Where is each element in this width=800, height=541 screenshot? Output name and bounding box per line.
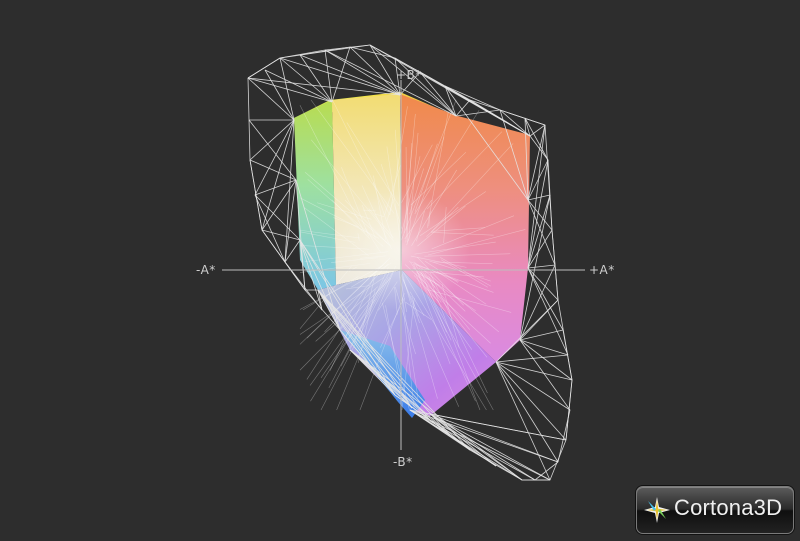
- wireframe-edge: [249, 159, 297, 181]
- wireframe-edge: [527, 159, 549, 201]
- wireframe-edge: [455, 99, 471, 117]
- wireframe-edge: [254, 194, 286, 263]
- cortona-star-icon: [644, 497, 670, 523]
- axis-label-plus-b: +B*: [396, 68, 422, 82]
- wireframe-edge: [527, 264, 556, 269]
- wireframe-edge: [409, 409, 559, 463]
- wireframe-edge: [429, 413, 523, 481]
- wireframe-edge: [529, 135, 549, 161]
- wireframe-edge: [324, 44, 371, 51]
- wireframe-edge: [519, 339, 571, 411]
- wireframe-edge: [279, 57, 295, 121]
- wireframe-edge: [519, 339, 569, 356]
- wireframe-edge: [534, 461, 559, 481]
- wireframe-edge: [349, 46, 401, 96]
- wireframe-edge: [527, 194, 551, 269]
- brand-label: Cortona3D: [674, 495, 783, 520]
- wireframe-edge: [409, 409, 536, 481]
- axis-label-minus-b: -B*: [393, 455, 413, 469]
- wireframe-edge: [429, 413, 497, 467]
- wireframe-edge: [299, 54, 401, 96]
- axis-label-minus-a: -A*: [196, 263, 216, 277]
- wireframe-edge: [527, 194, 551, 201]
- wireframe-edge: [261, 119, 295, 231]
- wireframe-edge: [261, 179, 297, 231]
- wireframe-edge: [249, 119, 295, 161]
- wireframe-edge: [254, 119, 295, 196]
- axis-label-plus-a: +A*: [589, 263, 615, 277]
- cortona3d-brand-button[interactable]: Cortona3D: [636, 486, 794, 534]
- wireframe-edge: [565, 379, 573, 441]
- wireframe-edge: [264, 69, 295, 121]
- wireframe-edge: [495, 361, 559, 463]
- wireframe-edge: [557, 409, 571, 463]
- wireframe-edge: [324, 49, 333, 103]
- wireframe-edge: [284, 119, 295, 263]
- wireframe-edge: [495, 354, 569, 363]
- 3d-viewport[interactable]: -A* +A* -B* +B* Cortona3D: [0, 0, 800, 541]
- wireframe-edge: [449, 434, 497, 467]
- wireframe-edge: [527, 267, 569, 356]
- gamut-solid: [294, 92, 530, 418]
- wireframe-edge: [279, 49, 326, 59]
- wireframe-edge: [284, 179, 297, 263]
